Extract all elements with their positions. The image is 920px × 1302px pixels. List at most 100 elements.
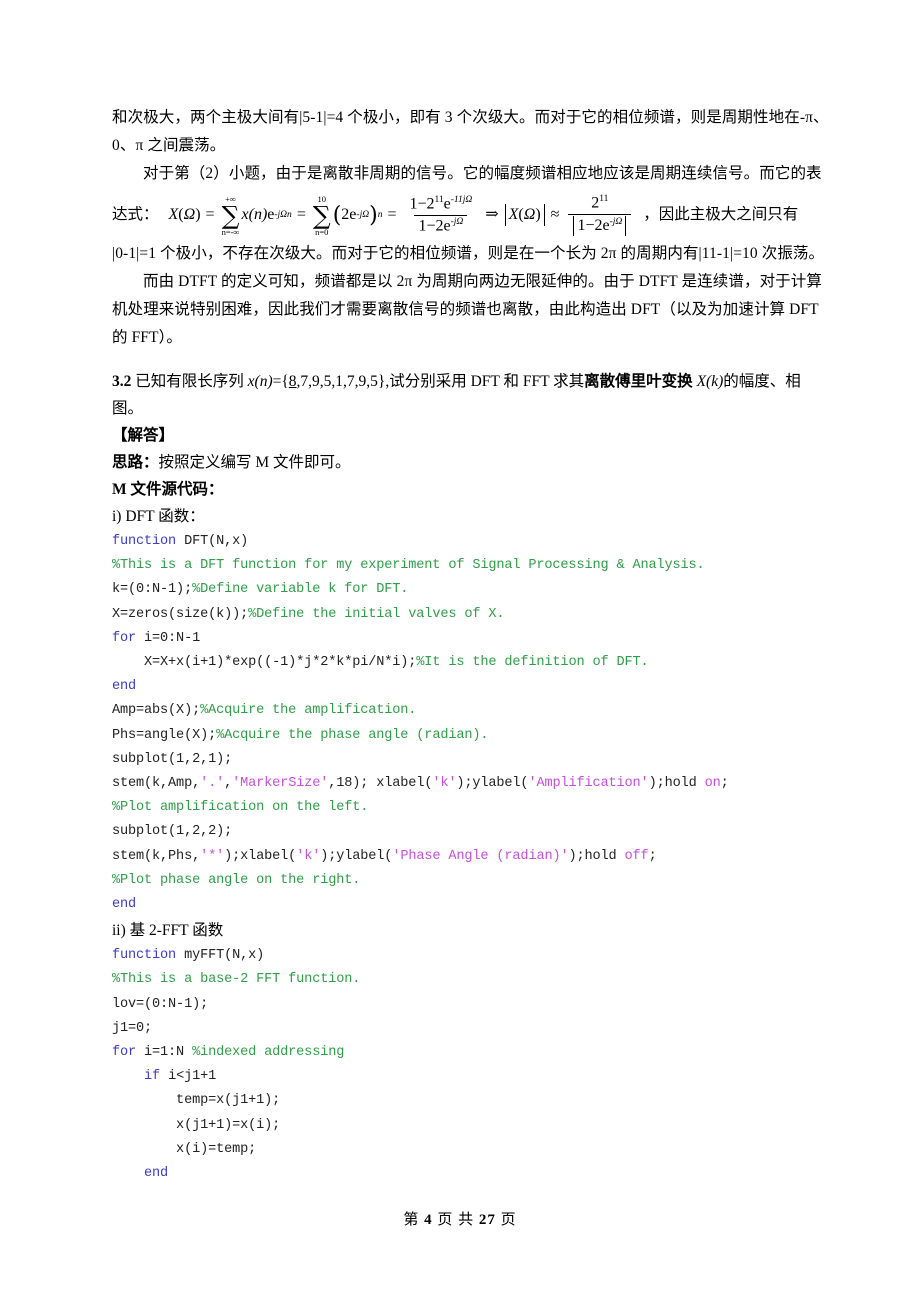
code-line: subplot(1,2,2); [112,820,834,844]
eq-summation-2: 10 ∑ n=0 [313,195,331,237]
code-token: %This is a base-2 FFT function. [112,972,361,988]
fft-function-heading: ii) 基 2-FFT 函数 [112,917,834,944]
eq-lhs-omega: Ω [183,206,196,223]
code-token: lov=(0:N-1); [112,996,209,1012]
equation-label: 达式： [112,206,159,223]
code-line: if i<j1+1 [112,1065,834,1089]
answer-marker: 【解答】 [112,427,175,444]
problem-text-d: 的幅度、相 [723,373,801,390]
code-token: 'k' [296,848,321,864]
code-token: );ylabel( [456,776,529,792]
code-token: Amp=abs(X); [112,703,201,719]
f1d-b: 2e [435,216,451,234]
code-line: %Plot amplification on the left. [112,796,834,820]
code-token: %Plot amplification on the left. [112,800,369,816]
code-token: k=(0:N-1); [112,582,193,598]
eq-absolute-value: X(Ω) [504,204,545,226]
abs-omega: Ω [523,206,536,223]
paragraph-1-line-1: 和次极大，两个主极大间有|5-1|=4 个极小，即有 3 个次级大。而对于它的相… [112,109,829,126]
code-line: %This is a DFT function for my experimen… [112,554,834,578]
code-token: );ylabel( [320,848,393,864]
equation-line: 达式： X(Ω) = +∞ ∑ n=-∞ x (n) e -jΩn = 10 ∑ n=… [112,194,834,236]
eq-term2-power: n [377,210,383,220]
code-token: subplot(1,2,1); [112,751,233,767]
code-token: j1=0; [112,1020,153,1036]
code-token: i=0:N-1 [144,630,201,646]
code-line: lov=(0:N-1); [112,993,834,1017]
f1n-minus: − [417,195,427,213]
code-token: Phs=angle(X); [112,727,217,743]
code-token: end [112,897,137,913]
paragraph-4-line-1: 而由 DTFT 的定义可知，频谱都是以 2π 为周期向两边无限延伸的。由于 DT… [143,273,822,290]
eq-term1-e: e [267,206,275,223]
code-token: );xlabel( [224,848,297,864]
eq-summation-1: +∞ ∑ n=-∞ [222,195,240,237]
problem-sequence-first: 8 [288,373,297,390]
sum2-lower-limit: n=0 [315,227,329,237]
code-block-dft: function DFT(N,x) %This is a DFT function… [112,530,834,917]
code-token: on [704,776,721,792]
problem-number: 3.2 [112,373,132,390]
f1d-exp: -jΩ [450,216,464,227]
code-token: %Define the initial valves of X. [248,606,505,622]
code-token: %indexed addressing [192,1045,345,1061]
problem-text-c: },试分别采用 DFT 和 FFT 求其 [377,373,585,390]
problem-statement-line-2: 图。 [112,400,144,417]
eq-term2-base: 2e [341,206,357,223]
code-line: end [112,893,834,917]
f2n-exp: 11 [599,194,609,205]
code-token: 'MarkerSize' [232,776,329,792]
sum2-sigma: ∑ [312,201,331,230]
code-line: stem(k,Amp,'.','MarkerSize',18); xlabel(… [112,772,834,796]
fraction2-abs: 1−2e -jΩ [573,215,627,236]
code-token: %This is a DFT function for my experimen… [112,558,705,574]
code-token: %Acquire the amplification. [200,703,417,719]
code-token: 'Amplification' [528,776,649,792]
code-token: %Plot phase angle on the right. [112,872,361,888]
problem-bold-term: 离散傅里叶变换 [584,373,693,390]
code-token: stem(k,Amp, [112,776,201,792]
problem-statement-line-1: 3.2 已知有限长序列 x(n)={8,7,9,5,1,7,9,5},试分别采用… [112,368,834,395]
code-line: j1=0; [112,1017,834,1041]
problem-var-k: (k) [706,373,724,390]
code-token: );hold [568,848,625,864]
code-token: %It is the definition of DFT. [416,655,649,671]
approach-text: 按照定义编写 M 文件即可。 [158,454,351,471]
eq-term2-exponent: -jΩ [356,210,370,220]
eq-term1-x: x [241,206,249,223]
code-line: X=zeros(size(k));%Define the initial val… [112,603,834,627]
footer-middle: 页 共 [437,1212,475,1228]
code-token: ; [720,776,729,792]
code-token: function [112,534,185,549]
code-token: if [144,1069,169,1085]
code-token: stem(k,Phs, [112,848,201,864]
code-line: end [112,1162,834,1186]
code-token: temp=x(j1+1); [112,1093,281,1109]
paragraph-1-line-2: 0、π 之间震荡。 [112,137,226,154]
page-footer: 第 4 页 共 27 页 [0,1208,920,1229]
code-token: for [112,630,145,646]
code-token: function [112,948,185,964]
code-token: myFFT(N,x) [184,948,265,964]
code-line: function myFFT(N,x) [112,944,834,968]
source-code-heading: M 文件源代码： [112,481,224,498]
code-token: x(i)=temp; [112,1141,257,1157]
code-token: , [224,776,233,792]
code-line: x(i)=temp; [112,1138,834,1162]
page-content: 和次极大，两个主极大间有|5-1|=4 个极小，即有 3 个次级大。而对于它的相… [112,104,834,1186]
abs-X: X [508,206,519,223]
code-line: end [112,675,834,699]
eq-fraction-2: 211 1−2e -jΩ [568,194,632,236]
code-token: 'k' [432,776,457,792]
f1n-e-exp: -11jΩ [450,195,473,206]
problem-text-b: ={ [272,373,289,390]
code-token: i<j1+1 [168,1069,217,1085]
dtft-equation: X(Ω) = +∞ ∑ n=-∞ x (n) e -jΩn = 10 ∑ n=0 (2… [169,194,636,237]
paragraph-3-line-1: |0-1|=1 个极小，不存在次级大。而对于它的相位频谱，则是在一个长为 2π … [112,245,825,262]
paragraph-4-line-2: 机处理来说特别困难，因此我们才需要离散信号的频谱也离散，由此构造出 DFT（以及… [112,301,819,318]
eq-term2-open-paren: ( [332,203,342,229]
fraction2-numerator: 211 [587,194,612,213]
